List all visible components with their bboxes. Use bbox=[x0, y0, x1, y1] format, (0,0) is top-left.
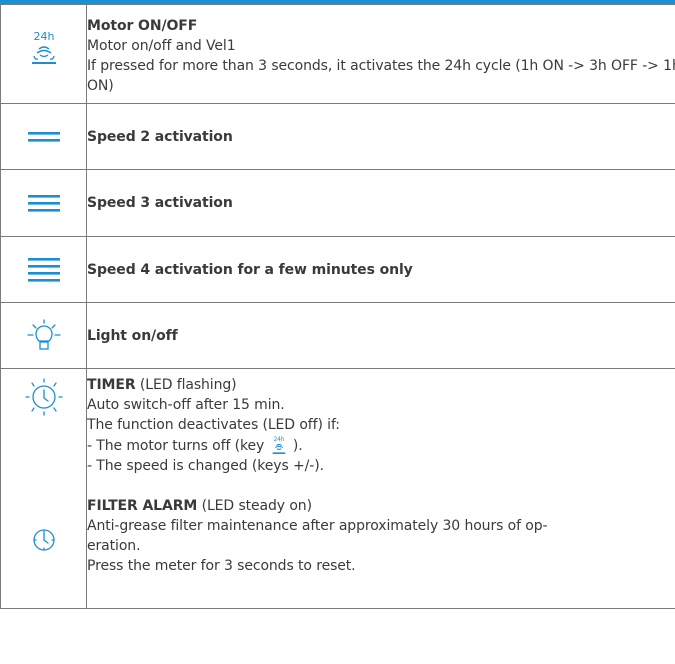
filter-line: eration. bbox=[87, 538, 141, 554]
motor-24h-icon: 24h bbox=[1, 29, 86, 67]
icon-cell bbox=[0, 169, 87, 237]
filter-line: Anti-grease filter maintenance after app… bbox=[87, 518, 548, 534]
timer-line: The function deactivates (LED off) if: bbox=[87, 417, 340, 433]
icon-cell bbox=[0, 302, 87, 369]
timer-line-text: - The motor turns off (key bbox=[87, 438, 269, 454]
filter-heading: FILTER ALARM (LED steady on) bbox=[87, 496, 675, 516]
row-title: Speed 4 activation for a few minutes onl… bbox=[86, 236, 675, 303]
filter-note: (LED steady on) bbox=[197, 498, 312, 514]
timer-title: TIMER bbox=[87, 377, 136, 393]
timer-line-text: ). bbox=[288, 438, 303, 454]
timer-filter-description: TIMER (LED flashing) Auto switch-off aft… bbox=[86, 368, 675, 609]
timer-clock-icon bbox=[1, 377, 86, 417]
speed-2-icon bbox=[27, 131, 60, 142]
icon-cell bbox=[0, 103, 87, 170]
motor-24h-icon: 24h bbox=[272, 437, 285, 454]
icon-cell bbox=[0, 368, 87, 609]
timer-line: - The speed is changed (keys +/-). bbox=[87, 458, 324, 474]
speed-3-icon bbox=[27, 194, 60, 212]
row-title: Motor ON/OFF bbox=[87, 18, 198, 34]
row-line: Motor on/off and Vel1 bbox=[87, 38, 236, 54]
table-row: TIMER (LED flashing) Auto switch-off aft… bbox=[0, 368, 675, 609]
filter-line: Press the meter for 3 seconds to reset. bbox=[87, 558, 356, 574]
timer-line: - The motor turns off (key 24h ). bbox=[87, 435, 675, 456]
row-line: If pressed for more than 3 seconds, it a… bbox=[87, 58, 675, 94]
table-row: Speed 2 activation bbox=[0, 103, 675, 170]
filter-title: FILTER ALARM bbox=[87, 498, 198, 514]
svg-text:24h: 24h bbox=[33, 30, 54, 43]
control-keys-table: 24h Motor ON/OFF Motor on/off and Vel1 I… bbox=[0, 4, 675, 609]
motor-description: Motor ON/OFF Motor on/off and Vel1 If pr… bbox=[86, 4, 675, 104]
timer-heading: TIMER (LED flashing) bbox=[87, 375, 675, 395]
speed-4-icon bbox=[27, 257, 60, 282]
timer-note: (LED flashing) bbox=[135, 377, 237, 393]
icon-cell bbox=[0, 236, 87, 303]
row-title: Speed 2 activation bbox=[86, 103, 675, 170]
row-title: Light on/off bbox=[86, 302, 675, 369]
timer-line: Auto switch-off after 15 min. bbox=[87, 397, 285, 413]
table-row: Speed 4 activation for a few minutes onl… bbox=[0, 236, 675, 303]
svg-text:24h: 24h bbox=[273, 437, 284, 443]
table-row: 24h Motor ON/OFF Motor on/off and Vel1 I… bbox=[0, 4, 675, 104]
row-title: Speed 3 activation bbox=[86, 169, 675, 237]
filter-alarm-clock-icon bbox=[1, 528, 86, 552]
table-row: Speed 3 activation bbox=[0, 169, 675, 237]
table-row: Light on/off bbox=[0, 302, 675, 369]
light-bulb-icon bbox=[26, 318, 61, 350]
icon-cell: 24h bbox=[0, 4, 87, 104]
